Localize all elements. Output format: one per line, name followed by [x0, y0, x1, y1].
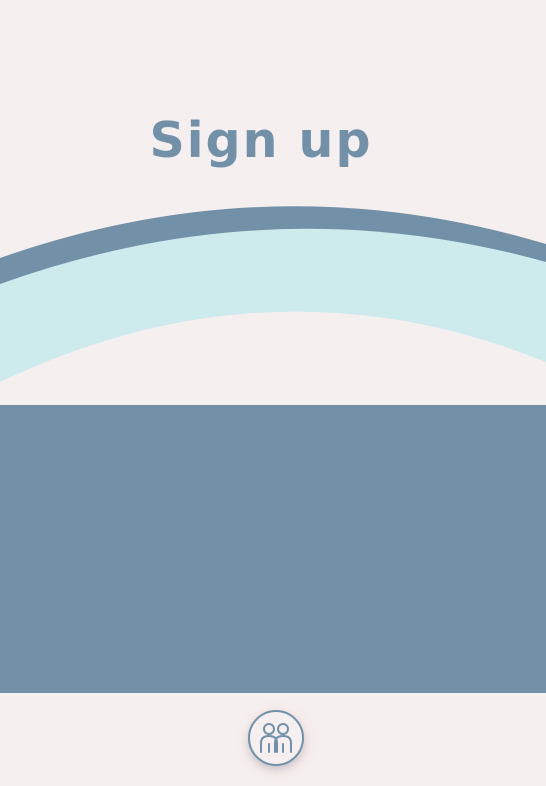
- sign-up-screen: Sign up: [0, 0, 546, 786]
- page-title: Sign up: [149, 112, 373, 169]
- form-panel: [0, 405, 546, 693]
- users-button[interactable]: [248, 710, 304, 766]
- decorative-arc: [0, 206, 546, 390]
- users-icon: [260, 723, 292, 753]
